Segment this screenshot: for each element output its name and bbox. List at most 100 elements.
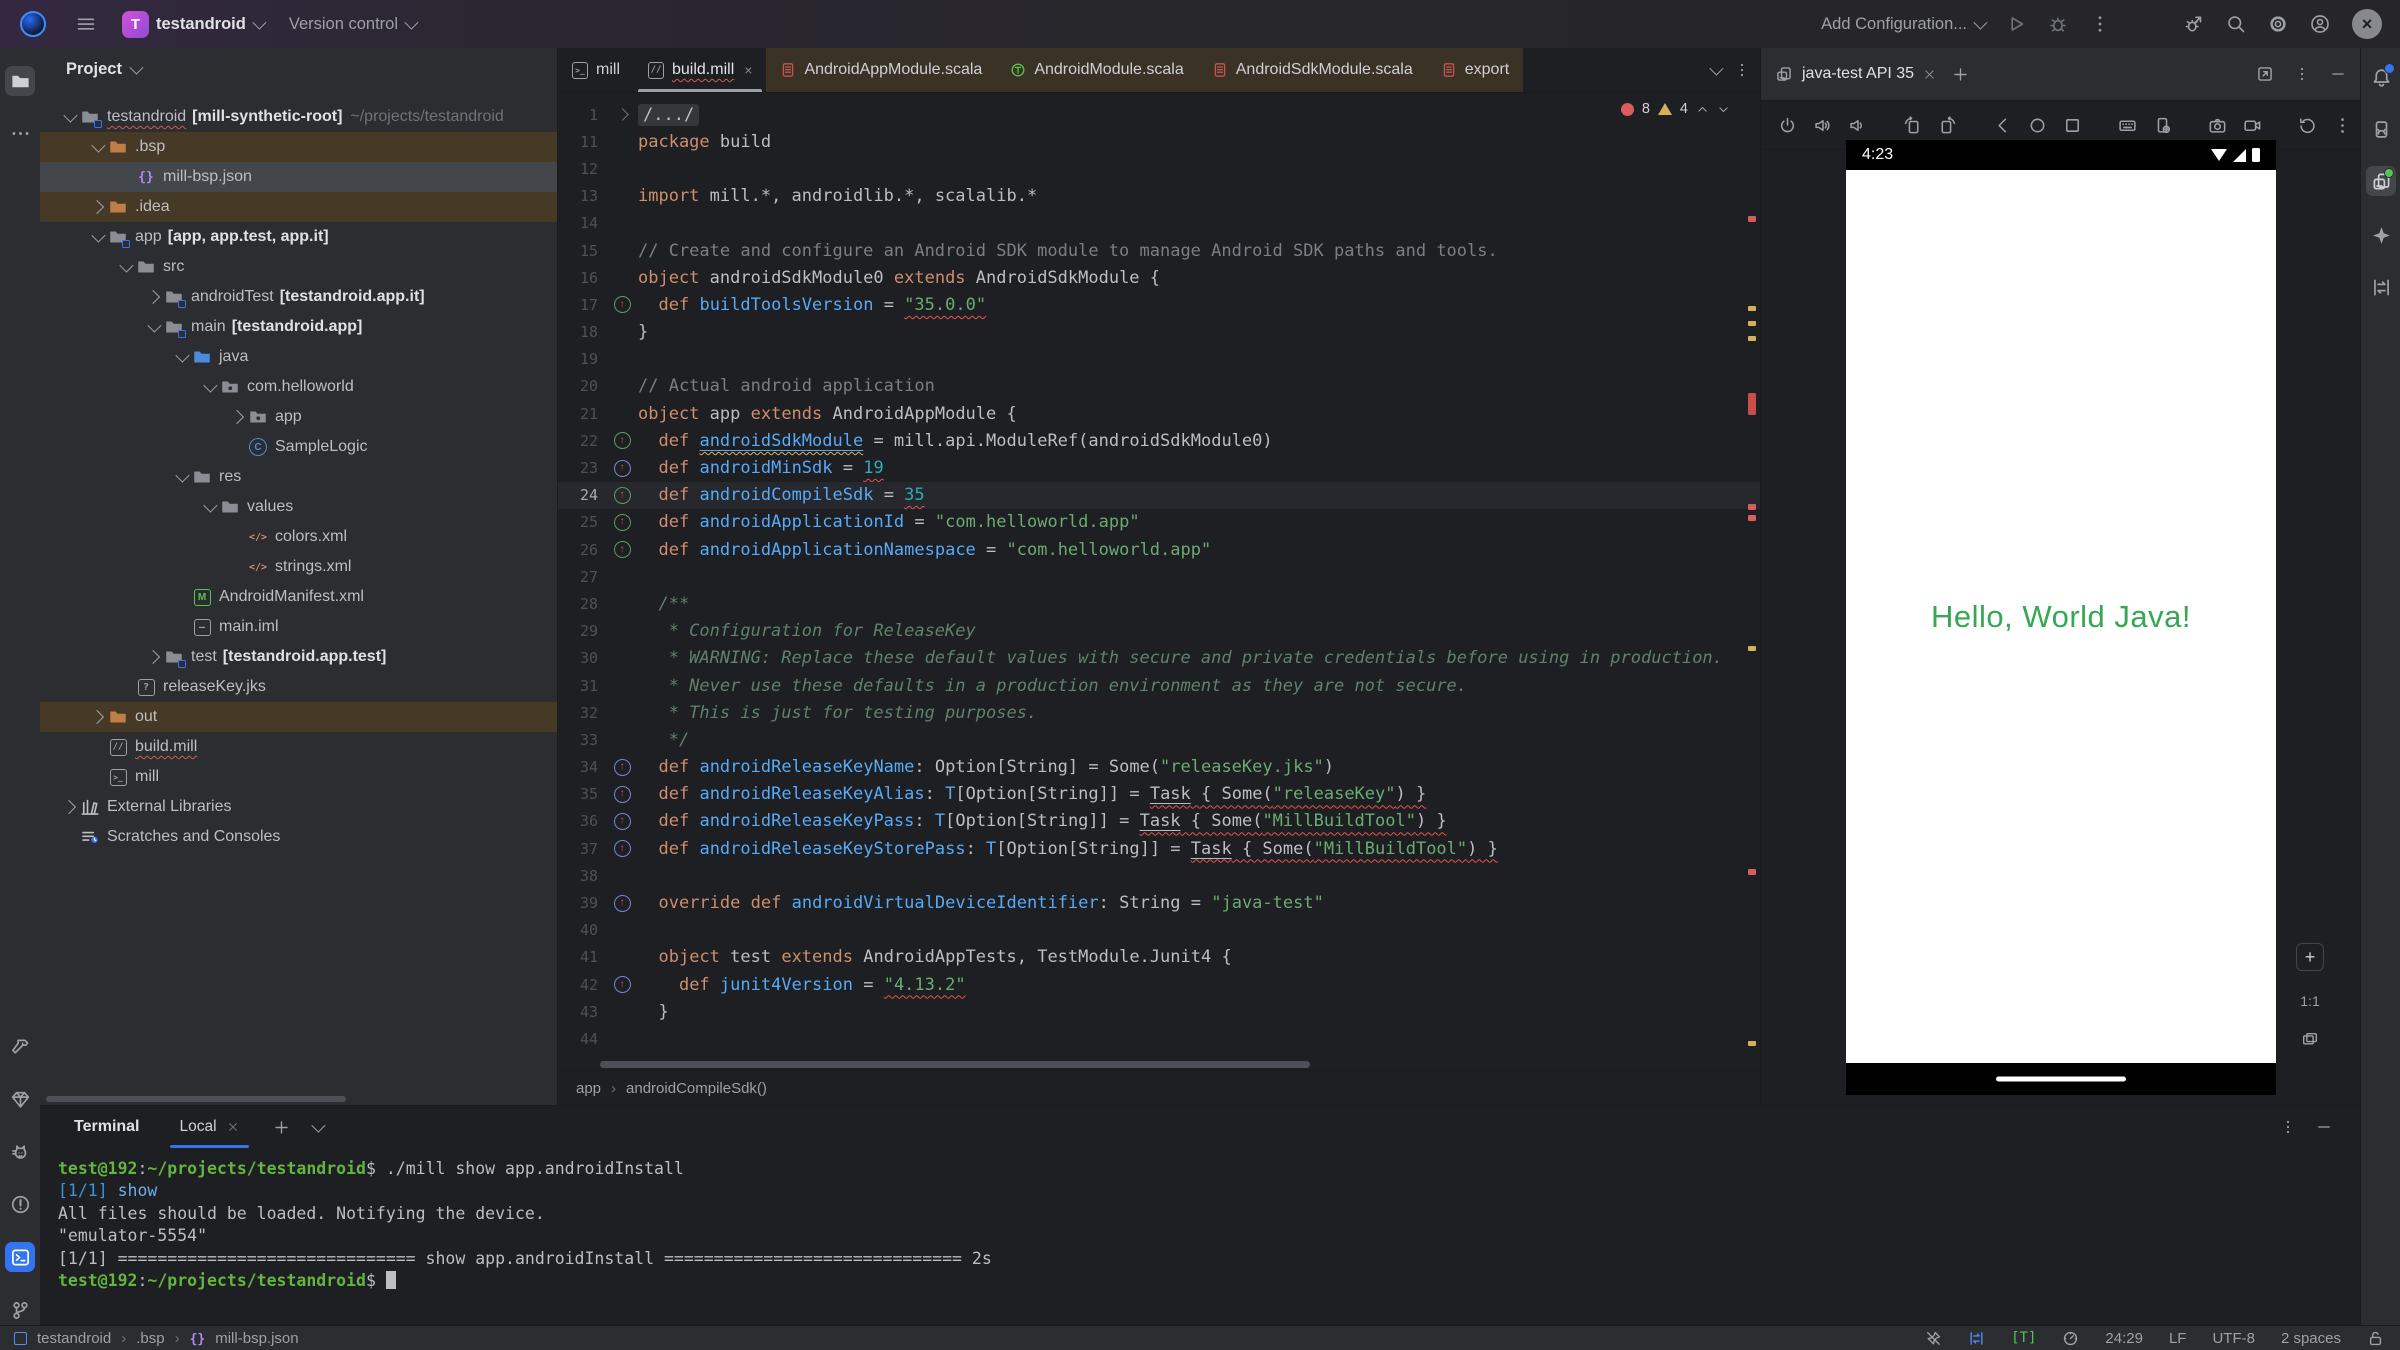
code-line-36[interactable]: 36↑ def androidReleaseKeyPass: T[Option[… — [558, 808, 1760, 835]
tree-item-main.iml[interactable]: –main.iml — [40, 612, 557, 642]
more-kebab-icon[interactable] — [2333, 116, 2352, 135]
rotate-left-icon[interactable] — [1903, 116, 1922, 135]
breadcrumb-item[interactable]: androidCompileSdk() — [626, 1080, 767, 1097]
code-line-32[interactable]: 32 * This is just for testing purposes. — [558, 699, 1760, 726]
vcs-widget[interactable]: Version control — [289, 15, 415, 34]
override-marker-icon[interactable]: ↑ — [614, 487, 631, 504]
settings-gear-icon[interactable] — [2268, 14, 2288, 34]
stripe-build-hammer[interactable] — [5, 1032, 35, 1062]
encoding-widget[interactable]: UTF-8 — [2212, 1330, 2255, 1347]
tab-list-chevron-icon[interactable] — [1709, 62, 1723, 76]
tree-item-.idea[interactable]: .idea — [40, 192, 557, 222]
tree-chevron-icon[interactable] — [86, 232, 108, 242]
stripe-notifications-bell[interactable] — [2366, 62, 2396, 92]
fold-chevron-icon[interactable] — [616, 108, 629, 121]
code-line-43[interactable]: 43 } — [558, 998, 1760, 1025]
tree-chevron-icon[interactable] — [170, 352, 192, 362]
editor-tab-build.mill[interactable]: //build.mill× — [634, 48, 766, 92]
screenshot-compare-icon[interactable] — [2301, 1031, 2319, 1049]
ai-swap-icon[interactable] — [1968, 1330, 1985, 1347]
gutter-icon[interactable]: ↑ — [606, 460, 638, 477]
screen-record-icon[interactable] — [2243, 116, 2262, 135]
code-line-28[interactable]: 28 /** — [558, 590, 1760, 617]
code-line-13[interactable]: 13import mill.*, androidlib.*, scalalib.… — [558, 183, 1760, 210]
tree-item-Scratches and Consoles[interactable]: Scratches and Consoles — [40, 822, 557, 852]
tree-chevron-icon[interactable] — [86, 142, 108, 152]
next-problem-icon[interactable] — [1717, 103, 1730, 116]
editor-tab-mill[interactable]: >_mill — [558, 48, 634, 92]
tree-item-testandroid[interactable]: testandroid[mill-synthetic-root]~/projec… — [40, 102, 557, 132]
nav-overview-icon[interactable] — [2063, 116, 2082, 135]
code-line-27[interactable]: 27 — [558, 563, 1760, 590]
profiler-icon[interactable] — [2184, 14, 2204, 34]
tree-item-main[interactable]: main[testandroid.app] — [40, 312, 557, 342]
editor-tab-AndroidAppModule.scala[interactable]: AndroidAppModule.scala — [766, 48, 996, 92]
kebab-icon[interactable] — [1734, 62, 1750, 78]
override-marker-icon[interactable]: ↑ — [614, 432, 631, 449]
power-icon[interactable] — [1778, 116, 1797, 135]
more-actions-icon[interactable] — [2090, 14, 2110, 34]
stripe-ai-swap[interactable] — [2366, 272, 2396, 302]
gutter-icon[interactable]: ↑ — [606, 840, 638, 857]
nav-home-icon[interactable] — [2028, 116, 2047, 135]
tree-chevron-icon[interactable] — [58, 112, 80, 122]
tree-item-out[interactable]: out — [40, 702, 557, 732]
override-marker-icon[interactable]: ↑ — [614, 541, 631, 558]
editor-hscrollbar[interactable] — [600, 1061, 1310, 1068]
chevron-down-icon[interactable] — [311, 1119, 325, 1133]
gutter-icon[interactable]: ↑ — [606, 487, 638, 504]
stripe-more-dots[interactable] — [5, 118, 35, 148]
code-line-31[interactable]: 31 * Never use these defaults in a produ… — [558, 672, 1760, 699]
override-marker-icon[interactable]: ↑ — [614, 976, 631, 993]
tree-item-app[interactable]: app[app, app.test, app.it] — [40, 222, 557, 252]
gutter-icon[interactable]: ↑ — [606, 541, 638, 558]
close-icon[interactable]: × — [744, 62, 752, 78]
code-line-20[interactable]: 20// Actual android application — [558, 373, 1760, 400]
screenshot-icon[interactable] — [2208, 116, 2227, 135]
override-marker-icon[interactable]: ↑ — [614, 296, 631, 313]
code-line-25[interactable]: 25↑ def androidApplicationId = "com.hell… — [558, 509, 1760, 536]
device-screen[interactable]: 4:23 Hello, World Java! — [1846, 140, 2276, 1095]
terminal-options-icon[interactable] — [2280, 1119, 2296, 1135]
tree-item-java[interactable]: java — [40, 342, 557, 372]
stripe-git-branch[interactable] — [5, 1295, 35, 1325]
tree-chevron-icon[interactable] — [114, 262, 136, 272]
project-widget[interactable]: T testandroid — [122, 11, 263, 38]
stripe-device-manager[interactable] — [2366, 114, 2396, 144]
device-tab[interactable]: java-test API 35 — [1775, 65, 1936, 83]
tree-chevron-icon[interactable] — [142, 652, 164, 662]
terminal-output[interactable]: test@192:~/projects/testandroid$ ./mill … — [40, 1148, 2360, 1292]
code-line-15[interactable]: 15// Create and configure an Android SDK… — [558, 237, 1760, 264]
gutter-icon[interactable]: ↑ — [606, 895, 638, 912]
override-marker-icon[interactable]: ↑ — [614, 895, 631, 912]
code-line-26[interactable]: 26↑ def androidApplicationNamespace = "c… — [558, 536, 1760, 563]
indent-widget[interactable]: 2 spaces — [2281, 1330, 2341, 1347]
snapshot-restore-icon[interactable] — [2298, 116, 2317, 135]
close-icon[interactable] — [227, 1121, 239, 1133]
line-col-widget[interactable]: 24:29 — [2105, 1330, 2143, 1347]
tree-item-res[interactable]: res — [40, 462, 557, 492]
tree-chevron-icon[interactable] — [142, 322, 164, 332]
override-marker-icon[interactable]: ↑ — [614, 840, 631, 857]
code-line-29[interactable]: 29 * Configuration for ReleaseKey — [558, 618, 1760, 645]
code-line-12[interactable]: 12 — [558, 155, 1760, 182]
override-marker-icon[interactable]: ↑ — [614, 813, 631, 830]
stripe-project-folder[interactable] — [5, 66, 35, 96]
prev-problem-icon[interactable] — [1696, 103, 1709, 116]
tree-chevron-icon[interactable] — [226, 412, 248, 422]
tree-chevron-icon[interactable] — [198, 382, 220, 392]
code-line-1[interactable]: 1/.../ — [558, 101, 1760, 128]
tree-item-src[interactable]: src — [40, 252, 557, 282]
stripe-gem[interactable] — [5, 1085, 35, 1115]
stripe-running-devices[interactable] — [2366, 166, 2396, 196]
editor-tab-AndroidSdkModule.scala[interactable]: AndroidSdkModule.scala — [1198, 48, 1427, 92]
tree-chevron-icon[interactable] — [86, 712, 108, 722]
debug-button[interactable] — [2048, 14, 2068, 34]
code-line-42[interactable]: 42↑ def junit4Version = "4.13.2" — [558, 971, 1760, 998]
stripe-problems[interactable] — [5, 1190, 35, 1220]
tree-chevron-icon[interactable] — [142, 292, 164, 302]
tree-item-releaseKey.jks[interactable]: ?releaseKey.jks — [40, 672, 557, 702]
tree-item-androidTest[interactable]: androidTest[testandroid.app.it] — [40, 282, 557, 312]
code-line-24[interactable]: 24↑ def androidCompileSdk = 35 — [558, 482, 1760, 509]
gutter-icon[interactable]: ↑ — [606, 786, 638, 803]
